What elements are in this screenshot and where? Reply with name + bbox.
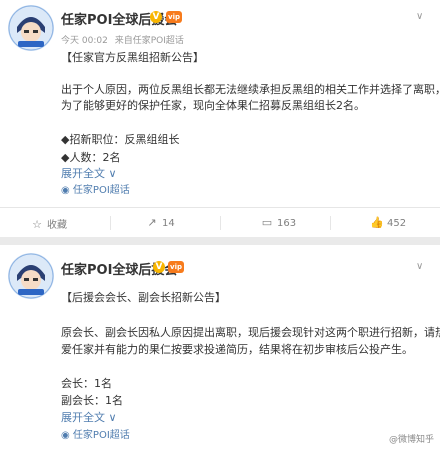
verified-badge-icon: V [150, 11, 162, 23]
topic-tag-link[interactable]: ◉ 任家POI超话 [61, 183, 130, 199]
separator [330, 216, 331, 230]
verified-badge-icon: V [153, 261, 165, 273]
post-detail-line: ◆招新职位：反黑组组长 [61, 133, 180, 146]
vip-badge-icon: vip [168, 261, 184, 273]
topic-icon: ◉ [61, 430, 70, 441]
star-icon: ☆ [32, 218, 42, 231]
topic-tag-link[interactable]: ◉ 任家POI超话 [61, 428, 130, 444]
watermark: @微博知乎 [388, 435, 434, 445]
chevron-down-icon[interactable]: ∨ [416, 12, 426, 22]
repost-count: 14 [162, 218, 175, 229]
favorite-button[interactable]: ☆ 收藏 [30, 216, 67, 231]
post-body-line: 出于个人原因，两位反黑组长都无法继续承担反黑组的相关工作并选择了离职， [61, 83, 440, 96]
repost-button[interactable]: ↗ 14 [145, 216, 175, 229]
post-meta: 今天 00:02 来自任家POI超话 [61, 33, 188, 46]
post-detail-line: 会长：1名 [61, 377, 112, 390]
like-count: 452 [387, 218, 407, 229]
separator [110, 216, 111, 230]
avatar-image [8, 253, 54, 299]
topic-tag-label: 任家POI超话 [72, 185, 130, 196]
post-headline: 【后援会会长、副会长招新公告】 [61, 291, 226, 304]
post-headline: 【任家官方反黑组招新公告】 [61, 51, 204, 64]
post-body-line: 原会长、副会长因私人原因提出离职，现后援会现针对这两个职进行招新，请热 [61, 326, 440, 339]
post-body-line: 爱任家并有能力的果仁按要求投递简历，结果将在初步审核后公投产生。 [61, 343, 413, 356]
expand-full-text-link[interactable]: 展开全文 ∨ [61, 166, 117, 182]
user-avatar[interactable] [8, 253, 54, 299]
thumbs-up-icon: 👍 [370, 216, 384, 229]
vip-badge-icon: vip [166, 11, 182, 23]
action-bar: ☆ 收藏 ↗ 14 ▭ 163 👍 452 [0, 207, 440, 238]
post-source[interactable]: 来自任家POI超话 [115, 36, 184, 46]
favorite-label: 收藏 [47, 220, 67, 231]
post-detail-line: 副会长：1名 [61, 394, 123, 407]
post-divider [0, 237, 440, 245]
like-button[interactable]: 👍 452 [370, 216, 406, 229]
post-body-line: 为了能够更好的保护任家，现向全体果仁招募反黑组组长2名。 [61, 99, 365, 112]
repost-icon: ↗ [147, 216, 157, 229]
topic-tag-label: 任家POI超话 [72, 430, 130, 441]
comment-count: 163 [277, 218, 297, 229]
topic-icon: ◉ [61, 185, 70, 196]
avatar-image [8, 5, 54, 51]
comment-icon: ▭ [261, 216, 273, 229]
chevron-down-icon[interactable]: ∨ [416, 262, 426, 272]
comment-button[interactable]: ▭ 163 [260, 216, 296, 229]
post-time: 今天 00:02 [61, 36, 108, 46]
separator [220, 216, 221, 230]
expand-full-text-link[interactable]: 展开全文 ∨ [61, 410, 117, 426]
user-avatar[interactable] [8, 5, 54, 51]
post-detail-line: ◆人数：2名 [61, 151, 121, 164]
